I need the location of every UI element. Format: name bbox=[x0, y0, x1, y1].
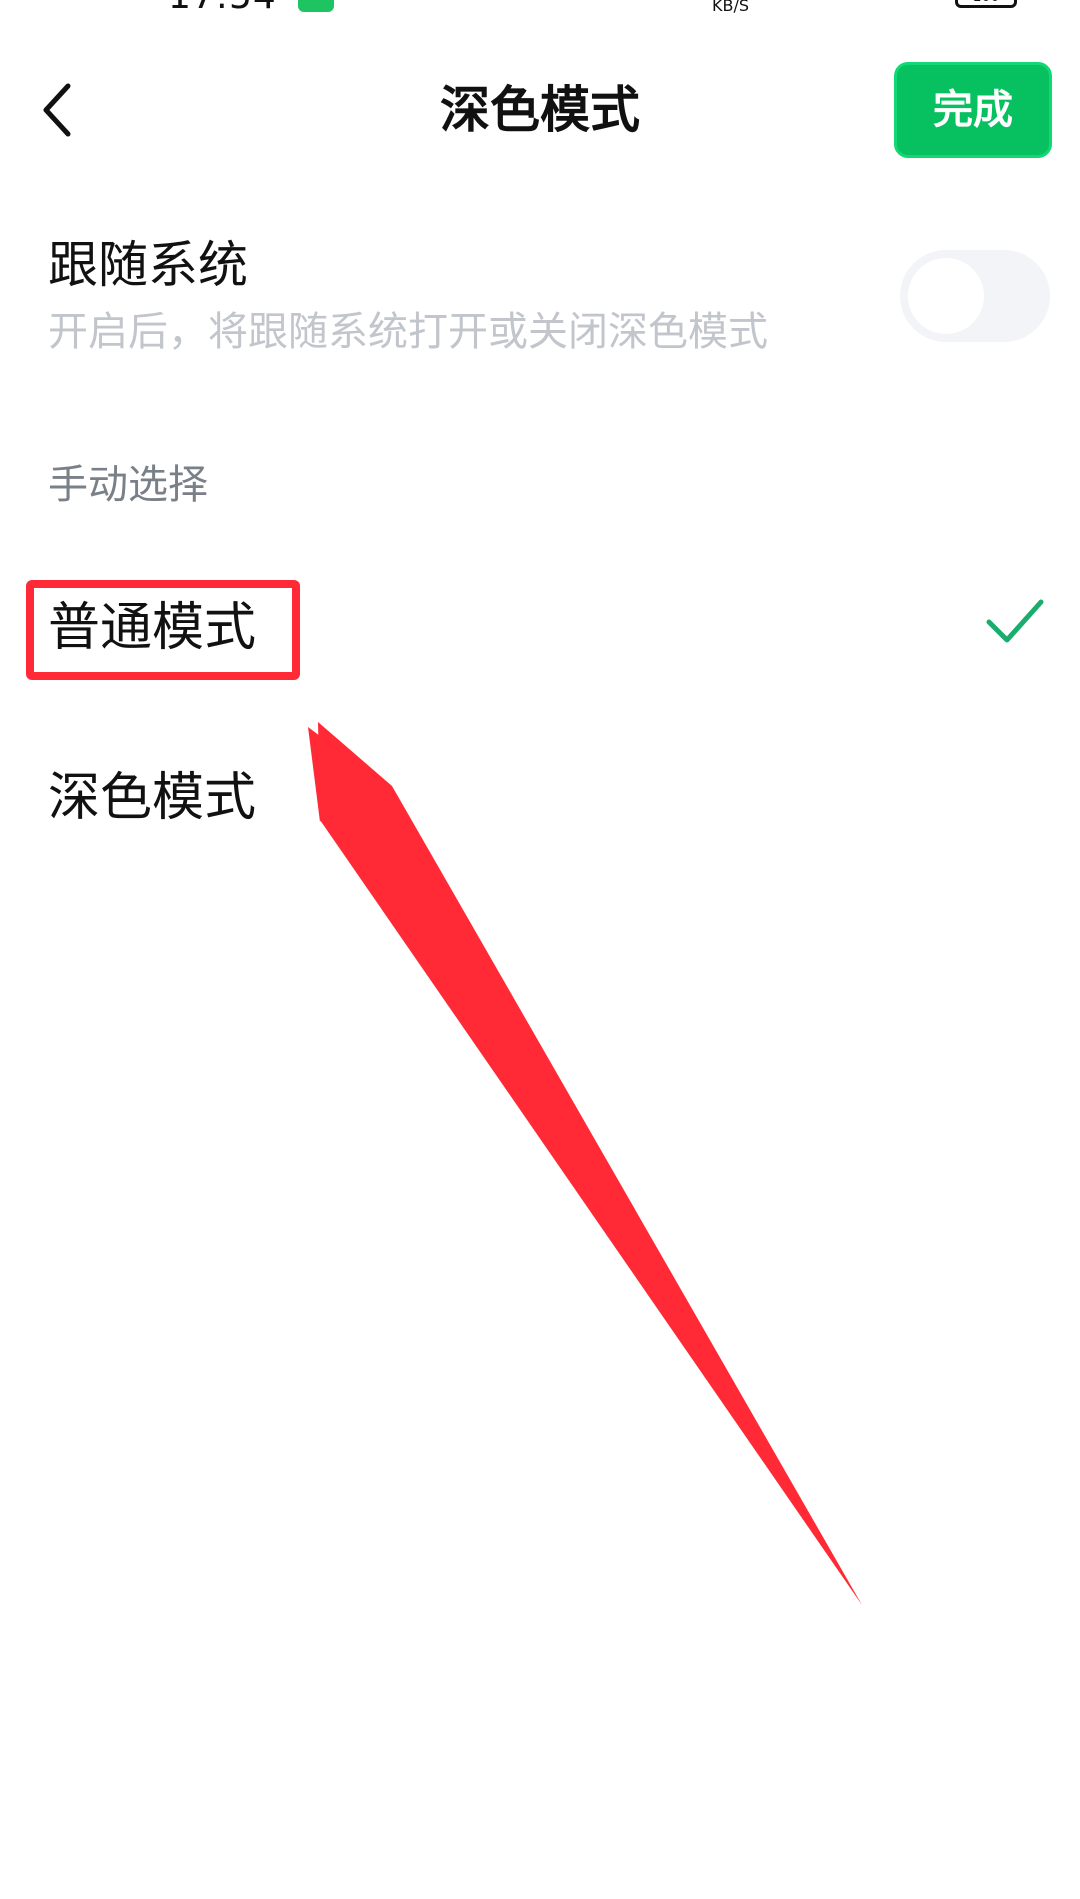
manual-select-label: 手动选择 bbox=[48, 462, 208, 508]
follow-system-title: 跟随系统 bbox=[48, 236, 248, 294]
network-speed: KB/S bbox=[712, 0, 750, 15]
option-dark-mode[interactable]: 深色模式 bbox=[0, 736, 1080, 866]
option-label: 深色模式 bbox=[48, 768, 257, 828]
status-bar: 17:54 KB/S 100 bbox=[0, 0, 1080, 20]
done-button[interactable]: 完成 bbox=[894, 62, 1052, 158]
status-time: 17:54 bbox=[168, 0, 277, 17]
follow-system-row: 跟随系统 开启后，将跟随系统打开或关闭深色模式 bbox=[0, 225, 1080, 375]
battery-icon: 100 bbox=[955, 0, 1017, 8]
wechat-notification-icon bbox=[298, 0, 334, 12]
follow-system-toggle[interactable] bbox=[900, 250, 1050, 342]
check-icon bbox=[986, 599, 1044, 643]
toggle-knob bbox=[908, 258, 984, 334]
follow-system-description: 开启后，将跟随系统打开或关闭深色模式 bbox=[48, 309, 768, 355]
header: 深色模式 完成 bbox=[0, 60, 1080, 160]
annotation-highlight-box bbox=[26, 580, 300, 680]
